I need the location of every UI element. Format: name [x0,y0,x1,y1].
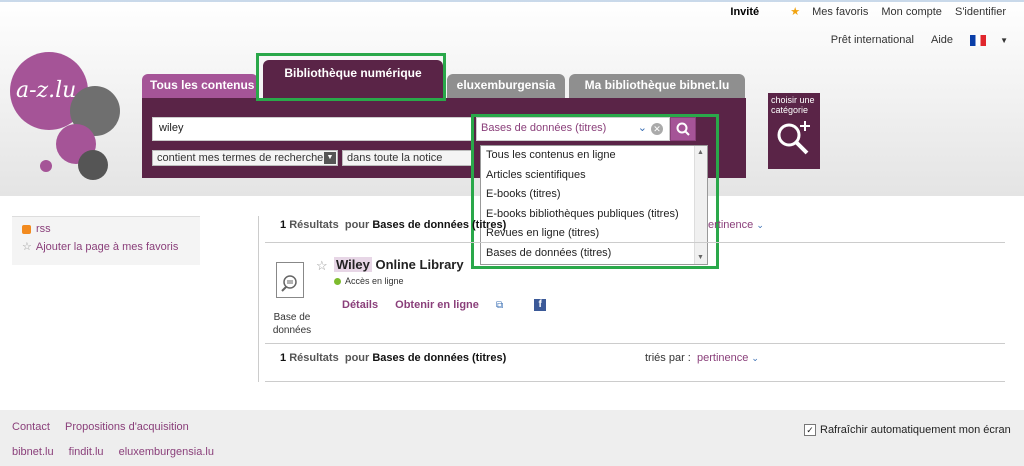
sort-value-partial[interactable]: ertinence [708,219,753,231]
online-dot-icon [334,278,341,286]
star-outline-icon[interactable]: ☆ [316,258,328,274]
get-online-label: Obtenir en ligne [395,299,479,311]
favorites-link[interactable]: ★ Mes favoris [780,6,868,18]
highlight-box-tab [256,53,446,101]
add-favorites-link[interactable]: ☆ Ajouter la page à mes favoris [22,240,178,253]
rss-icon [22,224,31,234]
details-link[interactable]: Détails [342,299,378,311]
external-link-icon: ⧉ [495,300,504,311]
footer-links-row-2: bibnet.lu findit.lu eluxemburgensia.lu [12,446,226,458]
login-link[interactable]: S'identifier [955,6,1006,18]
record-type: Base de données [266,311,318,337]
results-label: Résultats [289,219,339,231]
record-actions: Détails Obtenir en ligne ⧉ f [342,299,560,312]
results-summary-top: 1 Résultats pour Bases de données (titre… [280,219,506,231]
field-select[interactable]: dans toute la notice [342,150,472,166]
results-summary-bottom: 1 Résultats pour Bases de données (titre… [280,352,506,364]
sort-value[interactable]: pertinence [697,352,748,364]
category-chooser[interactable]: choisir une catégorie [768,93,820,169]
magnifier-doc-icon [281,275,297,292]
results-count-bottom: 1 [280,352,287,364]
logo-circle-dark [78,150,108,180]
database-doc-icon [276,262,304,298]
facebook-icon[interactable]: f [534,299,547,312]
chevron-down-icon[interactable]: ⌄ [756,220,764,230]
divider-mid [265,343,1005,344]
chevron-down-icon[interactable]: ▼ [324,152,336,164]
results-pour-bottom: pour [344,352,370,364]
magnifier-plus-icon [777,121,810,155]
contact-link[interactable]: Contact [12,421,50,433]
logo[interactable]: a-z.lu [0,0,140,196]
chevron-down-icon[interactable]: ▼ [1000,36,1008,45]
field-value: dans toute la notice [347,152,443,164]
auto-refresh-toggle[interactable]: ✓ Rafraîchir automatiquement mon écran [804,424,1011,437]
results-label-bottom: Résultats [289,352,339,364]
add-favorites-label: Ajouter la page à mes favoris [35,241,179,253]
star-outline-icon: ☆ [22,241,32,253]
favorites-label: Mes favoris [812,6,869,18]
search-input[interactable]: wiley [152,117,474,141]
sort-control-bottom[interactable]: triés par : pertinence ⌄ [645,352,759,364]
footer-link-bibnet[interactable]: bibnet.lu [12,446,54,458]
sort-control-top[interactable]: ertinence ⌄ [708,219,764,231]
results-pour: pour [344,219,370,231]
account-link[interactable]: Mon compte [881,6,942,18]
results-count: 1 [280,219,287,231]
checkbox-checked-icon[interactable]: ✓ [804,424,816,437]
top-links: Invité ★ Mes favoris Mon compte S'identif… [720,5,1006,18]
sidebar: rss ☆ Ajouter la page à mes favoris [12,216,200,265]
tab-all-contents[interactable]: Tous les contenus [142,74,258,98]
access-label: Accès en ligne [345,276,404,286]
acquisition-proposals-link[interactable]: Propositions d'acquisition [65,421,189,433]
logo-circle-small [40,160,52,172]
footer-link-eluxemburgensia[interactable]: eluxemburgensia.lu [119,446,214,458]
divider-bottom [265,381,1005,382]
get-online-link[interactable]: Obtenir en ligne ⧉ [395,299,517,311]
category-line-1: choisir une [771,95,815,105]
sort-label: triés par : [645,352,691,364]
chevron-down-icon[interactable]: ⌄ [751,353,759,363]
auto-refresh-label: Rafraîchir automatiquement mon écran [820,424,1011,436]
top-border [0,0,1024,2]
record-title[interactable]: Wiley Online Library [334,257,464,272]
interlibrary-loan-link[interactable]: Prêt international [831,34,914,46]
category-line-2: catégorie [771,105,809,115]
record-type-line-1: Base de [273,312,311,323]
record-type-line-2: données [272,325,312,336]
match-mode-value: contient mes termes de recherche [157,152,324,164]
results-scope-bottom: Bases de données (titres) [372,352,507,364]
tab-eluxemburgensia[interactable]: eluxemburgensia [447,74,565,98]
logo-text: a-z.lu [16,78,77,103]
star-icon: ★ [790,6,801,18]
match-mode-select[interactable]: contient mes termes de recherche ▼ [152,150,338,166]
french-flag-icon[interactable] [970,34,987,46]
divider-top [265,242,1005,243]
help-link[interactable]: Aide [931,34,953,46]
results-scope: Bases de données (titres) [372,219,507,231]
guest-label: Invité [730,6,760,18]
tab-my-library[interactable]: Ma bibliothèque bibnet.lu [569,74,745,98]
footer-links-row-1: Contact Propositions d'acquisition [12,421,201,433]
record-title-rest: Online Library [375,257,464,272]
record-title-hit: Wiley [334,257,372,272]
rss-link[interactable]: rss [22,223,51,235]
rss-label: rss [36,223,51,235]
sub-links: Prêt international Aide ▼ [817,34,1008,46]
results-divider [258,216,259,382]
highlight-box-dropdown [471,114,719,269]
footer-link-findit[interactable]: findit.lu [69,446,104,458]
access-status: Accès en ligne [334,276,404,286]
